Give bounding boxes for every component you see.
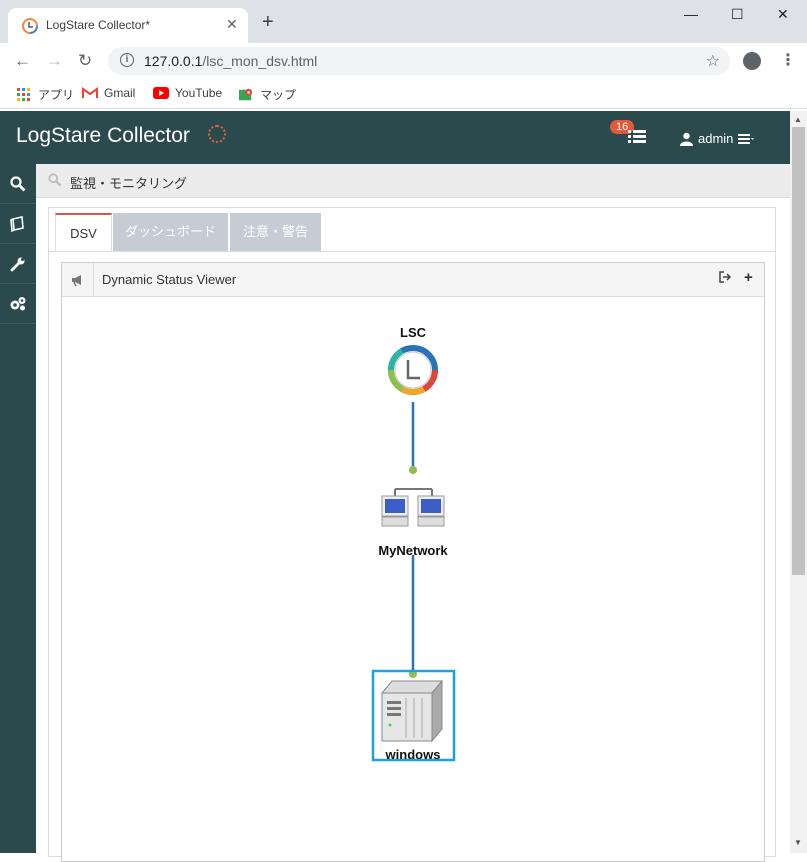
youtube-icon <box>153 87 169 99</box>
page-scrollbar[interactable]: ▲ ▼ <box>790 111 807 853</box>
maps-icon <box>239 88 253 100</box>
browser-toolbar: ← → ↻ i 127.0.0.1/lsc_mon_dsv.html ☆ <box>0 43 807 79</box>
breadcrumb-text: 監視・モニタリング <box>70 176 188 191</box>
browser-tab[interactable]: LogStare Collector* ✕ <box>8 8 248 43</box>
viewer-header: Dynamic Status Viewer + <box>62 263 764 297</box>
menu-kebab-icon[interactable]: ⋮ <box>780 50 796 70</box>
scrollbar-thumb[interactable] <box>792 127 805 575</box>
forward-icon[interactable]: → <box>46 51 63 71</box>
gears-icon <box>10 296 26 310</box>
window-close-icon[interactable]: ✕ <box>777 6 789 23</box>
search-icon <box>10 175 26 191</box>
app-brand: LogStare Collector <box>16 124 190 147</box>
windows-server-icon[interactable] <box>380 679 444 743</box>
sidebar-item-settings[interactable] <box>0 244 36 284</box>
tab-divider <box>49 251 775 252</box>
task-list-icon[interactable] <box>628 129 646 145</box>
sidebar-item-reports[interactable] <box>0 204 36 244</box>
viewer-title: Dynamic Status Viewer <box>102 272 237 287</box>
user-icon <box>680 132 693 146</box>
node-label-network: MyNetwork <box>378 543 448 558</box>
add-icon[interactable]: + <box>744 269 753 286</box>
wrench-icon <box>10 257 25 271</box>
app-header: LogStare Collector 16 admin <box>0 111 790 164</box>
scroll-up-icon[interactable]: ▲ <box>794 115 802 124</box>
apps-grid-icon <box>17 87 30 101</box>
address-bar[interactable]: i 127.0.0.1/lsc_mon_dsv.html ☆ <box>108 47 730 75</box>
export-icon[interactable] <box>719 271 732 286</box>
profile-avatar-icon[interactable] <box>743 52 761 70</box>
lsc-clock-icon[interactable] <box>388 345 438 395</box>
new-tab-icon[interactable]: + <box>262 12 274 32</box>
tab-alerts[interactable]: 注意・警告 <box>230 213 321 251</box>
book-icon <box>10 215 24 232</box>
tab-close-icon[interactable]: ✕ <box>226 16 238 33</box>
tab-title: LogStare Collector* <box>46 18 151 32</box>
bookmark-star-icon[interactable]: ☆ <box>706 51 720 71</box>
gmail-icon <box>82 87 98 98</box>
bookmark-gmail[interactable]: Gmail <box>82 86 135 100</box>
node-label-lsc: LSC <box>400 325 426 340</box>
url-text: 127.0.0.1/lsc_mon_dsv.html <box>144 53 318 69</box>
loading-spinner-icon <box>208 125 226 143</box>
menu-lines-icon <box>738 133 755 144</box>
topology-canvas <box>371 345 456 762</box>
reload-icon[interactable]: ↻ <box>78 51 92 71</box>
link-endpoint-dot <box>409 466 417 474</box>
sidebar-item-system[interactable] <box>0 284 36 324</box>
header-divider <box>93 263 94 297</box>
user-menu[interactable]: admin <box>680 131 755 146</box>
search-icon <box>48 173 62 187</box>
tab-dashboard[interactable]: ダッシュボード <box>113 213 228 251</box>
dsv-viewer: Dynamic Status Viewer + LSC MyNetwork wi… <box>61 262 765 862</box>
bookmark-apps[interactable]: アプリ <box>16 86 74 103</box>
scroll-down-icon[interactable]: ▼ <box>794 838 802 847</box>
sidebar-item-monitoring[interactable] <box>0 164 36 204</box>
bookmark-youtube[interactable]: YouTube <box>153 86 222 100</box>
bookmarks-bar: アプリ Gmail YouTube マップ <box>0 79 807 109</box>
main-panel: DSV ダッシュボード 注意・警告 Dynamic Status Viewer … <box>48 207 776 862</box>
breadcrumb: 監視・モニタリング <box>36 164 790 198</box>
bookmark-maps[interactable]: マップ <box>238 86 296 103</box>
network-computers-icon[interactable] <box>381 488 445 527</box>
tab-dsv[interactable]: DSV <box>55 213 112 251</box>
browser-titlebar: LogStare Collector* ✕ + — ☐ ✕ <box>0 0 807 43</box>
megaphone-icon <box>72 275 81 287</box>
app-sidebar <box>0 164 36 853</box>
minimize-icon[interactable]: — <box>684 6 698 22</box>
site-info-icon[interactable]: i <box>120 53 134 67</box>
node-label-host: windows <box>385 747 441 762</box>
back-icon[interactable]: ← <box>14 51 31 71</box>
logstare-favicon-icon <box>22 18 38 34</box>
maximize-icon[interactable]: ☐ <box>731 6 744 23</box>
